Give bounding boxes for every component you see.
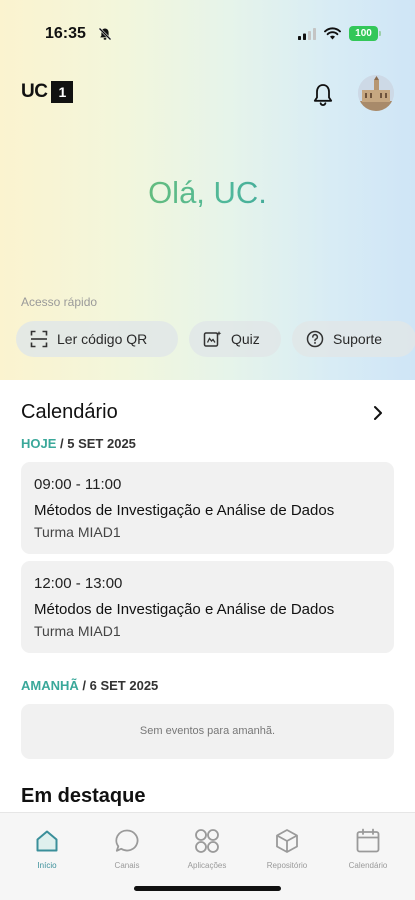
- tab-label: Calendário: [348, 861, 388, 870]
- tab-label: Aplicações: [187, 861, 227, 870]
- bell-off-icon: [98, 27, 112, 41]
- scan-qr-label: Ler código QR: [57, 331, 148, 347]
- greeting: Olá, UC.: [0, 175, 415, 211]
- scan-qr-button[interactable]: Ler código QR: [16, 321, 178, 357]
- event-time: 09:00 - 11:00: [34, 476, 122, 493]
- wifi-icon: [324, 27, 341, 40]
- event-title: Métodos de Investigação e Análise de Dad…: [34, 502, 335, 519]
- event-title: Métodos de Investigação e Análise de Dad…: [34, 601, 335, 618]
- event-card[interactable]: 09:00 - 11:00 Métodos de Investigação e …: [21, 462, 394, 554]
- tab-canais[interactable]: Canais: [92, 827, 162, 870]
- battery-indicator: 100: [349, 26, 378, 41]
- status-time: 16:35: [45, 25, 86, 42]
- logo-text: UC: [21, 81, 48, 102]
- tab-aplicacoes[interactable]: Aplicações: [172, 827, 242, 870]
- tab-label: Repositório: [266, 861, 308, 870]
- quiz-icon: [203, 331, 222, 347]
- avatar[interactable]: [358, 75, 394, 111]
- tab-label: Canais: [114, 861, 140, 870]
- qr-scan-icon: [30, 330, 48, 348]
- event-card[interactable]: 12:00 - 13:00 Métodos de Investigação e …: [21, 561, 394, 653]
- calendar-title: Calendário: [21, 401, 118, 423]
- tab-repositorio[interactable]: Repositório: [252, 827, 322, 870]
- signal-icon: [298, 28, 316, 40]
- battery-tip: [379, 31, 381, 36]
- notification-bell-icon[interactable]: [311, 82, 335, 108]
- apps-icon: [195, 829, 219, 853]
- help-icon: [306, 330, 324, 348]
- chat-icon: [115, 829, 139, 852]
- today-prefix: HOJE: [21, 436, 57, 451]
- tomorrow-prefix: AMANHÃ: [21, 678, 79, 693]
- event-group: Turma MIAD1: [34, 524, 121, 540]
- tomorrow-date: / 6 SET 2025: [78, 678, 159, 693]
- today-date: / 5 SET 2025: [56, 436, 136, 451]
- tab-calendario[interactable]: Calendário: [333, 827, 403, 870]
- quick-access-label: Acesso rápido: [21, 295, 98, 309]
- app-logo: UC 1: [21, 81, 74, 103]
- quiz-button[interactable]: Quiz: [189, 321, 281, 357]
- quiz-label: Quiz: [231, 331, 260, 347]
- home-indicator[interactable]: [134, 886, 281, 891]
- empty-events-text: Sem eventos para amanhã.: [139, 725, 276, 737]
- featured-title: Em destaque: [21, 785, 146, 807]
- home-icon: [36, 830, 58, 852]
- box-icon: [276, 829, 298, 853]
- chevron-right-icon[interactable]: [371, 405, 385, 421]
- empty-events-card: Sem eventos para amanhã.: [21, 704, 394, 759]
- event-time: 12:00 - 13:00: [34, 575, 123, 592]
- logo-badge: 1: [51, 81, 74, 103]
- tomorrow-label: AMANHÃ / 6 SET 2025: [21, 678, 158, 693]
- today-label: HOJE / 5 SET 2025: [21, 436, 136, 451]
- tab-label: Início: [37, 861, 57, 870]
- tab-inicio[interactable]: Início: [12, 827, 82, 870]
- support-button[interactable]: Suporte: [292, 321, 415, 357]
- event-group: Turma MIAD1: [34, 623, 121, 639]
- calendar-icon: [356, 828, 380, 853]
- status-bar: 16:35 100: [0, 0, 415, 60]
- avatar-image: [358, 75, 394, 111]
- support-label: Suporte: [333, 331, 383, 347]
